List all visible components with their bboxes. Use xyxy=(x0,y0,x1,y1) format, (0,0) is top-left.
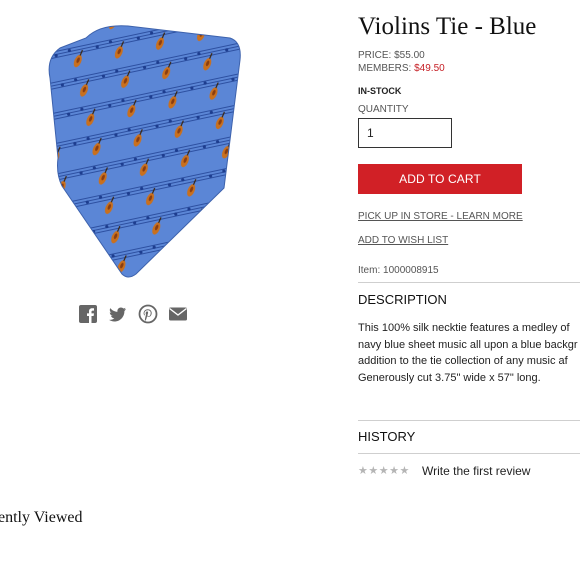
description-line: Generously cut 3.75" wide x 57" long. xyxy=(358,371,541,384)
share-icons xyxy=(78,304,188,324)
quantity-label: QUANTITY xyxy=(358,104,409,115)
member-price-row: MEMBERS: $49.50 xyxy=(358,63,445,74)
price-value: $55.00 xyxy=(394,50,425,61)
price-row: PRICE: $55.00 xyxy=(358,50,425,61)
rating-stars: ★★★★★ xyxy=(358,465,410,477)
history-heading[interactable]: HISTORY xyxy=(358,429,415,444)
divider xyxy=(358,282,580,283)
email-icon[interactable] xyxy=(168,304,188,324)
product-image[interactable] xyxy=(40,18,250,280)
stock-status: IN-STOCK xyxy=(358,86,402,96)
pinterest-icon[interactable] xyxy=(138,304,158,324)
price-label: PRICE: xyxy=(358,50,392,61)
product-title: Violins Tie - Blue xyxy=(358,13,537,40)
add-to-wishlist-link[interactable]: ADD TO WISH LIST xyxy=(358,235,448,246)
description-text: This 100% silk necktie features a medley… xyxy=(358,320,580,386)
quantity-input[interactable] xyxy=(358,118,452,148)
add-to-cart-button[interactable]: ADD TO CART xyxy=(358,164,522,194)
facebook-icon[interactable] xyxy=(78,304,98,324)
pickup-in-store-link[interactable]: PICK UP IN STORE - LEARN MORE xyxy=(358,211,523,222)
divider xyxy=(358,453,580,454)
description-line: This 100% silk necktie features a medley… xyxy=(358,322,570,334)
description-heading[interactable]: DESCRIPTION xyxy=(358,292,447,307)
member-price-value: $49.50 xyxy=(414,63,445,74)
description-line: addition to the tie collection of any mu… xyxy=(358,355,568,367)
description-line: navy blue sheet music all upon a blue ba… xyxy=(358,338,578,351)
members-label: MEMBERS: xyxy=(358,63,412,74)
divider xyxy=(358,420,580,421)
write-review-link[interactable]: Write the first review xyxy=(422,464,530,478)
recently-viewed-heading: ently Viewed xyxy=(0,509,83,526)
item-number: Item: 1000008915 xyxy=(358,265,439,276)
twitter-icon[interactable] xyxy=(108,304,128,324)
